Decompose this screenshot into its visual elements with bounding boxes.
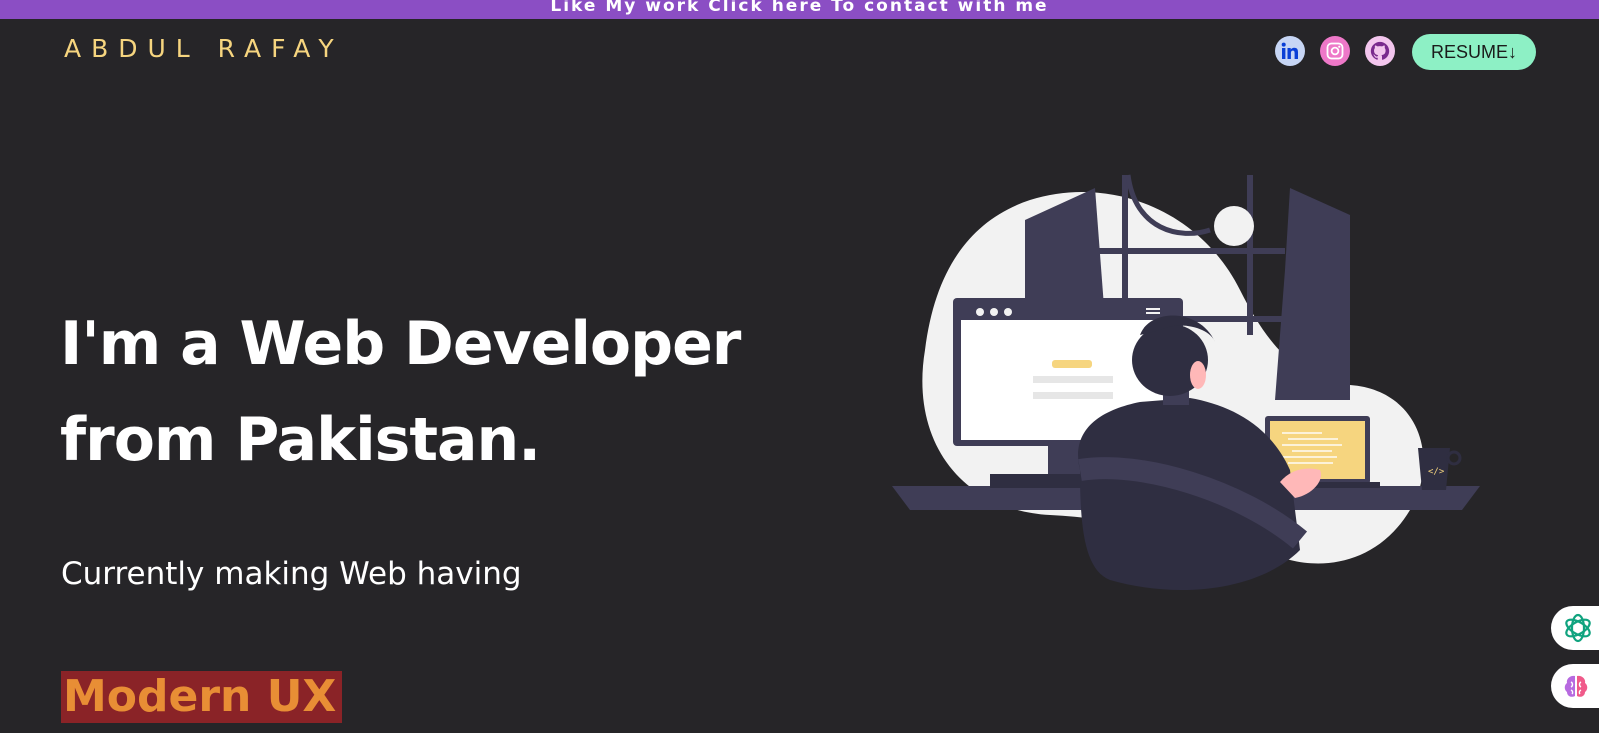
hero-subtitle: Currently making Web having	[61, 556, 522, 592]
developer-illustration: </>	[892, 174, 1480, 590]
brain-floating-button[interactable]	[1551, 664, 1599, 708]
chatgpt-icon	[1565, 613, 1591, 643]
github-icon	[1370, 41, 1390, 60]
instagram-link[interactable]	[1320, 36, 1350, 66]
svg-text:</>: </>	[1428, 467, 1445, 477]
chatgpt-floating-button[interactable]	[1551, 606, 1599, 650]
brand-logo[interactable]: ABDUL RAFAY	[64, 34, 344, 63]
linkedin-link[interactable]	[1275, 36, 1305, 66]
social-links	[1275, 36, 1410, 66]
resume-download-button[interactable]: RESUME↓	[1412, 34, 1536, 70]
typing-highlight: Modern UX	[61, 671, 342, 723]
brain-icon	[1564, 675, 1588, 697]
headline-line-1: I'm a Web Developer	[60, 309, 741, 379]
linkedin-icon	[1281, 42, 1298, 59]
headline-line-2: from Pakistan.	[60, 405, 541, 475]
instagram-icon	[1326, 42, 1344, 60]
hero-headline: I'm a Web Developer from Pakistan.	[60, 296, 760, 488]
contact-banner[interactable]: Like My work Click here To contact with …	[0, 0, 1599, 19]
github-link[interactable]	[1365, 36, 1395, 66]
